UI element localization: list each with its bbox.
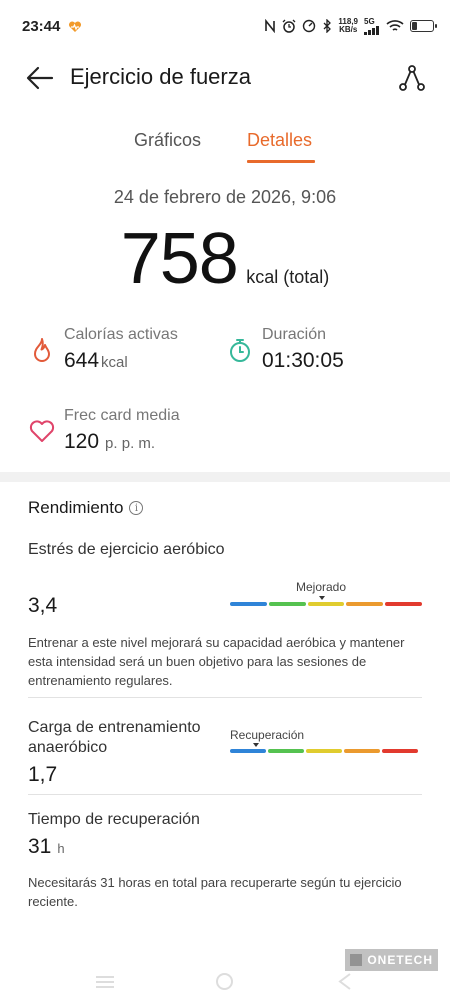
- flame-icon: [34, 338, 50, 362]
- tab-bar: Gráficos Detalles: [0, 130, 450, 164]
- aerobic-scale: Mejorado: [230, 580, 422, 620]
- avg-heart-rate-label: Frec card media: [64, 407, 180, 424]
- net-speed: 118,9 KB/s: [338, 18, 358, 34]
- workout-date: 24 de febrero de 2026, 9:06: [113, 187, 337, 207]
- metric-active-calories: Calorías activas 644 kcal: [28, 326, 208, 378]
- metric-avg-heart-rate: Frec card media 120 p. p. m.: [28, 407, 228, 459]
- aerobic-scale-marker: [319, 596, 326, 600]
- aerobic-title: Estrés de ejercicio aeróbico: [28, 541, 225, 558]
- scale-segment: [344, 749, 380, 753]
- page-title: Ejercicio de fuerza: [70, 64, 251, 89]
- watermark-logo: ONETECH: [345, 949, 438, 971]
- network-type: 5G: [364, 17, 375, 26]
- status-bar: 23:44 118,9 KB/s 5G: [0, 0, 450, 56]
- nav-back-icon[interactable]: [338, 973, 352, 990]
- health-heart-icon: [68, 21, 82, 32]
- aerobic-scale-bar: [230, 602, 422, 606]
- heart-icon: [29, 420, 55, 442]
- status-time: 23:44: [22, 18, 61, 35]
- separator: [28, 697, 422, 698]
- anaerobic-scale-label: Recuperación: [230, 728, 305, 742]
- aerobic-description: Entrenar a este nivel mejorará su capaci…: [28, 635, 405, 688]
- scale-segment: [306, 749, 342, 753]
- wifi-icon: [386, 20, 404, 31]
- tab-graphs[interactable]: Gráficos: [134, 130, 201, 151]
- active-tab-indicator: [247, 160, 315, 163]
- recovery-title: Tiempo de recuperación: [28, 811, 200, 828]
- stopwatch-icon: [230, 339, 250, 362]
- performance-title-text: Rendimiento: [28, 498, 124, 517]
- route-share-icon[interactable]: [396, 62, 428, 94]
- active-calories-value: 644 kcal: [64, 349, 128, 372]
- scale-segment: [268, 749, 304, 753]
- scale-segment: [230, 602, 267, 606]
- separator: [28, 794, 422, 795]
- cellular-group: 5G: [364, 17, 380, 35]
- anaerobic-scale-marker: [253, 743, 260, 747]
- scale-segment: [385, 602, 422, 606]
- nav-menu-icon[interactable]: [96, 976, 114, 988]
- aerobic-scale-label: Mejorado: [296, 580, 347, 594]
- aerobic-value: 3,4: [28, 594, 58, 617]
- bluetooth-icon: [323, 19, 332, 33]
- recovery-description: Necesitarás 31 horas en total para recup…: [28, 875, 402, 909]
- scale-segment: [230, 749, 266, 753]
- section-divider: [0, 472, 450, 482]
- status-icons: 118,9 KB/s 5G: [264, 17, 437, 35]
- duration-label: Duración: [262, 326, 327, 343]
- nfc-icon: [265, 19, 276, 33]
- scale-segment: [268, 602, 306, 606]
- duration-value: 01:30:05: [262, 349, 344, 372]
- battery-icon: [410, 20, 437, 32]
- watermark-mark: [350, 954, 363, 966]
- total-calories-unit: kcal (total): [246, 267, 330, 287]
- back-arrow-icon[interactable]: [24, 64, 56, 92]
- scale-segment: [307, 602, 345, 606]
- signal-icon: [364, 26, 379, 35]
- recovery-value: 31 h: [28, 835, 65, 858]
- active-calories-label: Calorías activas: [64, 326, 178, 343]
- gauge-icon: [303, 19, 316, 33]
- app-header: Ejercicio de fuerza: [0, 56, 450, 100]
- alarm-icon: [282, 19, 296, 33]
- metric-duration: Duración 01:30:05: [226, 326, 406, 378]
- anaerobic-scale-bar: [230, 749, 418, 753]
- tab-details[interactable]: Detalles: [247, 130, 312, 151]
- anaerobic-title: Carga de entrenamiento anaeróbico: [28, 719, 201, 756]
- nav-home-icon[interactable]: [216, 973, 233, 990]
- anaerobic-scale: Recuperación: [230, 728, 418, 768]
- performance-title: Rendimiento i: [28, 498, 144, 518]
- net-speed-unit: KB/s: [339, 25, 358, 34]
- total-calories: 758 kcal (total): [0, 218, 450, 300]
- info-icon[interactable]: i: [129, 501, 144, 515]
- watermark-text: ONETECH: [367, 953, 433, 967]
- scale-segment: [382, 749, 418, 753]
- scale-segment: [346, 602, 384, 606]
- anaerobic-value: 1,7: [28, 763, 58, 786]
- total-calories-value: 758: [120, 219, 239, 299]
- avg-heart-rate-value: 120 p. p. m.: [64, 430, 156, 453]
